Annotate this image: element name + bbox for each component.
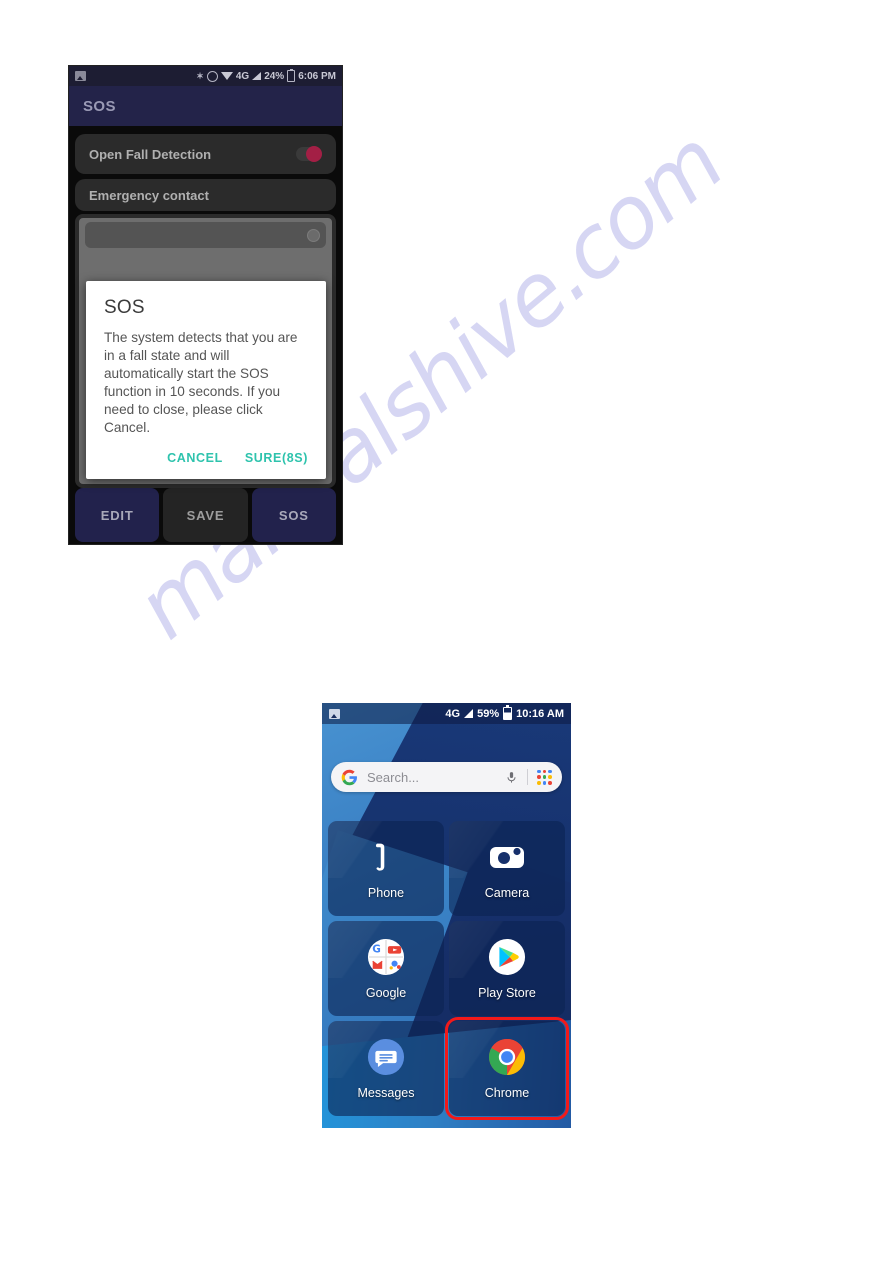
signal-icon xyxy=(252,72,262,80)
sos-alert-dialog: SOS The system detects that you are in a… xyxy=(86,281,326,479)
dialog-actions: CANCEL SURE(8S) xyxy=(104,451,308,471)
apps-grid-icon[interactable] xyxy=(537,769,552,785)
battery-icon xyxy=(503,705,513,720)
screenshot-icon xyxy=(75,71,86,81)
status-bar-left xyxy=(75,71,86,81)
phone-icon xyxy=(366,837,406,877)
fall-detection-label: Open Fall Detection xyxy=(89,146,212,162)
search-input[interactable]: Search... xyxy=(367,770,505,785)
app-grid: Phone Camera G Google Play Store Message… xyxy=(328,821,569,1120)
wifi-icon xyxy=(220,72,233,80)
app-tile-phone[interactable]: Phone xyxy=(328,821,444,916)
emergency-contact-label: Emergency contact xyxy=(89,187,209,203)
app-label: Google xyxy=(365,986,407,1000)
app-label: Messages xyxy=(357,1086,415,1100)
google-folder-icon: G xyxy=(366,937,406,977)
sos-screenshot: ✶ 4G 24% 6:06 PM SOS Open Fall Detection… xyxy=(68,65,343,545)
google-g-icon xyxy=(341,769,357,785)
app-tile-play-store[interactable]: Play Store xyxy=(449,921,565,1016)
list-item[interactable] xyxy=(85,222,326,248)
status-bar-time: 6:06 PM xyxy=(298,70,336,82)
screenshot-icon xyxy=(329,708,340,719)
sos-button[interactable]: SOS xyxy=(251,488,336,542)
edit-button[interactable]: EDIT xyxy=(75,488,160,542)
emergency-contact-header: Emergency contact xyxy=(75,179,336,211)
app-label: Chrome xyxy=(484,1086,530,1100)
dialog-cancel-button[interactable]: CANCEL xyxy=(167,451,223,465)
status-bar-time: 10:16 AM xyxy=(516,707,564,720)
battery-percent: 24% xyxy=(264,70,285,82)
network-label: 4G xyxy=(445,707,461,720)
status-bar-right: ✶ 4G 24% 6:06 PM xyxy=(196,68,336,82)
save-button[interactable]: SAVE xyxy=(163,488,248,542)
sos-body: Open Fall Detection Emergency contact ED… xyxy=(69,126,342,544)
toggle-knob xyxy=(306,146,322,162)
remove-contact-icon[interactable] xyxy=(307,228,320,242)
page-title: SOS xyxy=(83,97,116,115)
messages-icon xyxy=(366,1037,406,1077)
home-screen-screenshot: 4G 59% 10:16 AM Search... Phone Camera G… xyxy=(322,703,571,1128)
signal-icon xyxy=(464,709,474,718)
app-tile-google[interactable]: G Google xyxy=(328,921,444,1016)
alarm-icon xyxy=(206,70,218,82)
sos-status-bar: ✶ 4G 24% 6:06 PM xyxy=(69,66,342,86)
battery-percent: 59% xyxy=(477,707,500,720)
dialog-confirm-button[interactable]: SURE(8S) xyxy=(245,451,308,465)
bluetooth-icon: ✶ xyxy=(196,70,204,81)
divider xyxy=(527,769,528,785)
status-bar-right: 4G 59% 10:16 AM xyxy=(445,705,564,720)
network-label: 4G xyxy=(235,70,250,82)
dialog-message: The system detects that you are in a fal… xyxy=(104,330,298,435)
dialog-title: SOS xyxy=(104,297,145,318)
app-label: Play Store xyxy=(478,986,536,1000)
sos-bottom-bar: EDIT SAVE SOS xyxy=(69,488,342,542)
chrome-icon xyxy=(487,1037,527,1077)
play-store-icon xyxy=(487,937,527,977)
fall-detection-toggle[interactable] xyxy=(296,146,322,162)
app-tile-camera[interactable]: Camera xyxy=(449,821,565,916)
app-tile-messages[interactable]: Messages xyxy=(328,1021,444,1116)
google-search-bar[interactable]: Search... xyxy=(331,762,562,792)
battery-icon xyxy=(287,68,296,82)
microphone-icon[interactable] xyxy=(505,769,518,786)
app-tile-chrome[interactable]: Chrome xyxy=(445,1017,569,1120)
camera-icon xyxy=(487,837,527,877)
svg-text:G: G xyxy=(372,943,381,955)
fall-detection-row[interactable]: Open Fall Detection xyxy=(75,134,336,174)
app-label: Camera xyxy=(484,886,530,900)
sos-app-bar: SOS xyxy=(69,86,342,126)
app-label: Phone xyxy=(367,886,405,900)
home-status-bar: 4G 59% 10:16 AM xyxy=(322,703,571,724)
